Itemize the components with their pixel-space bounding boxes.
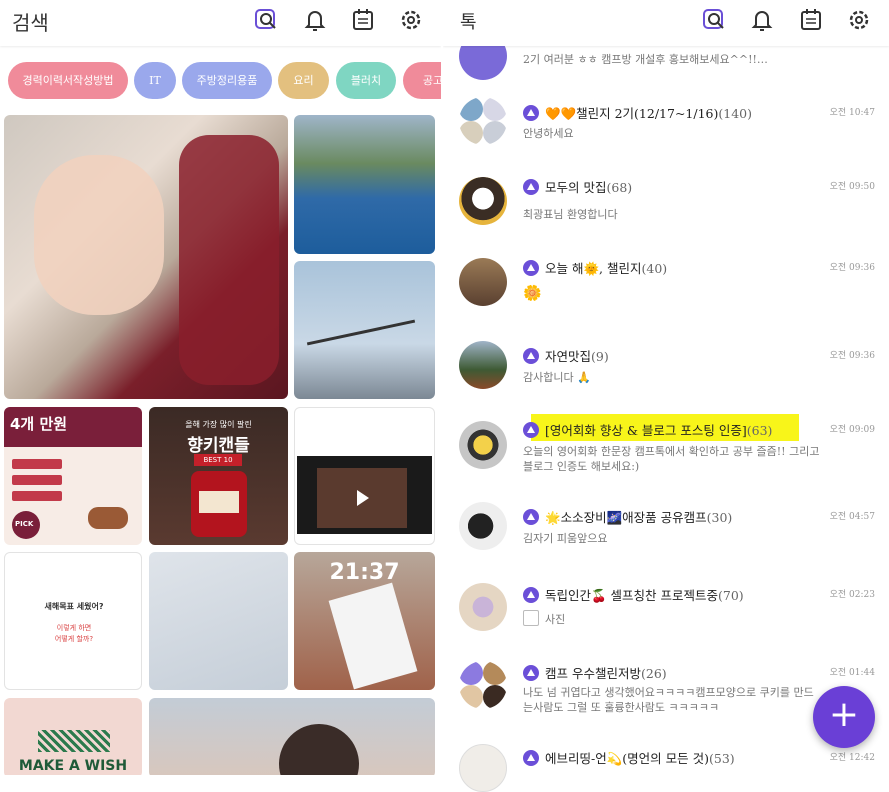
promo-badge: PICK xyxy=(15,520,34,528)
camp-badge-icon xyxy=(523,348,539,364)
chat-last-message: 최광표님 환영합니다 xyxy=(523,208,618,221)
clock-text: 21:37 xyxy=(329,560,400,585)
chat-room-item[interactable]: 에브리띵-언💫(명언의 모든 것)(53) 오전 12:42 xyxy=(443,738,889,792)
chip-1[interactable]: IT xyxy=(134,62,176,99)
chat-last-message: 안녕하세요 xyxy=(523,127,574,140)
chat-time: 오전 09:09 xyxy=(829,425,875,435)
chat-avatar xyxy=(459,258,507,306)
camp-badge-icon xyxy=(523,509,539,525)
harbor-photo-tile[interactable] xyxy=(294,115,435,254)
chat-room-name: [영어회화 향상 & 블로그 포스팅 인증](63) xyxy=(523,420,772,439)
play-icon xyxy=(357,490,369,506)
note-line-2: 이렇게 하면 xyxy=(56,624,92,632)
page-title: 검색 xyxy=(12,11,49,35)
camp-badge-icon xyxy=(523,260,539,276)
chat-last-message: 2기 여러분 ㅎㅎ 캠프방 개설후 홍보해보세요^^!!… xyxy=(523,53,768,66)
chip-4[interactable]: 블러치 xyxy=(336,62,396,99)
camp-badge-icon xyxy=(523,422,539,438)
wish-tile[interactable]: MAKE A WISH xyxy=(4,698,142,775)
search-icon[interactable] xyxy=(700,6,728,34)
chat-avatar xyxy=(459,744,507,792)
clock-photo-tile[interactable]: 21:37 xyxy=(294,552,435,690)
candle-header: 올해 가장 많이 팔린 xyxy=(185,420,252,429)
chat-time: 오전 04:57 xyxy=(829,512,875,522)
gear-icon[interactable] xyxy=(845,6,873,34)
topic-chips: 경력이력서작성방법 IT 주방정리용품 요리 블러치 공고 xyxy=(0,62,441,102)
chat-avatar xyxy=(459,341,507,389)
bell-icon[interactable] xyxy=(301,6,329,34)
promo-title: 4개 만원 xyxy=(10,415,68,433)
chat-room-name: 오늘 해🌞, 챌린지(40) xyxy=(523,258,667,277)
search-icon[interactable] xyxy=(252,6,280,34)
talk-panel: 톡 2기 여러분 ㅎㅎ 캠프방 개설후 홍보해보세요^^!!… 🧡🧡챌린지 2기… xyxy=(443,0,889,792)
camp-badge-icon xyxy=(523,105,539,121)
search-panel: 검색 경력이력서작성방법 IT 주방정리용품 요리 블러치 공고 4개 만원 P… xyxy=(0,0,441,792)
portrait-photo-tile[interactable] xyxy=(149,698,435,775)
chat-avatar xyxy=(459,661,507,709)
chat-room-item[interactable]: 🧡🧡챌린지 2기(12/17~1/16)(140) 안녕하세요 오전 10:47 xyxy=(443,93,889,173)
chat-time: 오전 02:23 xyxy=(829,590,875,600)
chat-time: 오전 09:36 xyxy=(829,263,875,273)
chat-room-name: 🧡🧡챌린지 2기(12/17~1/16)(140) xyxy=(523,103,752,122)
page-title: 톡 xyxy=(460,12,477,33)
search-header: 검색 xyxy=(0,0,441,46)
chat-room-name: 독립인간🍒 셀프칭찬 프로젝트중(70) xyxy=(523,585,744,604)
chat-time: 오전 01:44 xyxy=(829,668,875,678)
candle-title: 향키캔들 xyxy=(187,436,250,456)
chat-avatar xyxy=(459,583,507,631)
chat-room-name: 자연맛집(9) xyxy=(523,346,609,365)
talk-header: 톡 xyxy=(443,0,889,46)
chat-last-message: 나도 넘 귀엽다고 생각했어요ㅋㅋㅋㅋ캠프모양으로 쿠키를 만드는사람도 그럴 … xyxy=(523,686,814,714)
chat-last-message: 🌼 xyxy=(523,284,542,302)
camp-badge-icon xyxy=(523,587,539,603)
chat-time: 오전 09:50 xyxy=(829,182,875,192)
chat-room-name: 모두의 맛집(68) xyxy=(523,177,632,196)
chat-time: 오전 09:36 xyxy=(829,351,875,361)
video-tile[interactable] xyxy=(294,407,435,545)
chat-avatar xyxy=(459,97,507,145)
calendar-icon[interactable] xyxy=(797,6,825,34)
gear-icon[interactable] xyxy=(397,6,425,34)
chat-last-message: 김자기 피움앞으요 xyxy=(523,532,608,545)
note-line-3: 어떻게 할까? xyxy=(54,635,94,643)
sky-photo-tile[interactable] xyxy=(149,552,288,690)
chip-5[interactable]: 공고 xyxy=(403,62,441,99)
chat-avatar xyxy=(459,502,507,550)
bell-icon[interactable] xyxy=(748,6,776,34)
chat-last-message: 감사합니다 🙏 xyxy=(523,371,591,384)
chat-room-name: 🌟소소장비🌌애장품 공유캠프(30) xyxy=(523,507,732,526)
note-tile[interactable]: 새해목표 세웠어? 이렇게 하면 어떻게 할까? xyxy=(4,552,142,690)
chat-room-item[interactable]: 오늘 해🌞, 챌린지(40) 🌼 오전 09:36 xyxy=(443,248,889,328)
wish-text: MAKE A WISH xyxy=(18,758,128,774)
calendar-icon[interactable] xyxy=(349,6,377,34)
chat-last-message: 사진 xyxy=(545,613,566,626)
chat-room-name: 에브리띵-언💫(명언의 모든 것)(53) xyxy=(523,748,735,767)
candle-tile[interactable]: 올해 가장 많이 팔린 향키캔들 BEST 10 xyxy=(149,407,288,545)
chat-avatar xyxy=(459,421,507,469)
note-line-1: 새해목표 세웠어? xyxy=(44,602,104,611)
chat-avatar xyxy=(459,177,507,225)
camp-badge-icon xyxy=(523,750,539,766)
chat-room-item[interactable]: 🌟소소장비🌌애장품 공유캠프(30) 김자기 피움앞으요 오전 04:57 xyxy=(443,497,889,577)
chip-2[interactable]: 주방정리용품 xyxy=(182,62,272,99)
chat-room-item[interactable]: [영어회화 향상 & 블로그 포스팅 인증](63) 오늘의 영어회화 한문장 … xyxy=(443,410,889,490)
chip-0[interactable]: 경력이력서작성방법 xyxy=(8,62,128,99)
chip-3[interactable]: 요리 xyxy=(278,62,329,99)
camp-badge-icon xyxy=(523,179,539,195)
image-icon xyxy=(523,610,539,626)
baby-photo-tile[interactable] xyxy=(4,115,288,399)
image-grid: 4개 만원 PICK 올해 가장 많이 팔린 향키캔들 BEST 10 새해목표… xyxy=(0,115,441,775)
chat-time: 오전 10:47 xyxy=(829,108,875,118)
chat-room-item[interactable]: 독립인간🍒 셀프칭찬 프로젝트중(70) 사진 오전 02:23 xyxy=(443,575,889,655)
add-chat-button[interactable]: + xyxy=(813,686,875,748)
candle-sub: BEST 10 xyxy=(194,454,242,466)
chat-last-message: 오늘의 영어회화 한문장 캠프톡에서 확인하고 공부 즐즘!! 그리고 블로그 … xyxy=(523,445,820,473)
birds-photo-tile[interactable] xyxy=(294,261,435,399)
promo-tile[interactable]: 4개 만원 PICK xyxy=(4,407,142,545)
camp-badge-icon xyxy=(523,665,539,681)
chat-room-name: 캠프 우수챌린저방(26) xyxy=(523,663,667,682)
chat-time: 오전 12:42 xyxy=(829,753,875,763)
chat-room-item[interactable]: 자연맛집(9) 감사합니다 🙏 오전 09:36 xyxy=(443,336,889,416)
chat-room-item[interactable]: 모두의 맛집(68) 최광표님 환영합니다 오전 09:50 xyxy=(443,167,889,247)
